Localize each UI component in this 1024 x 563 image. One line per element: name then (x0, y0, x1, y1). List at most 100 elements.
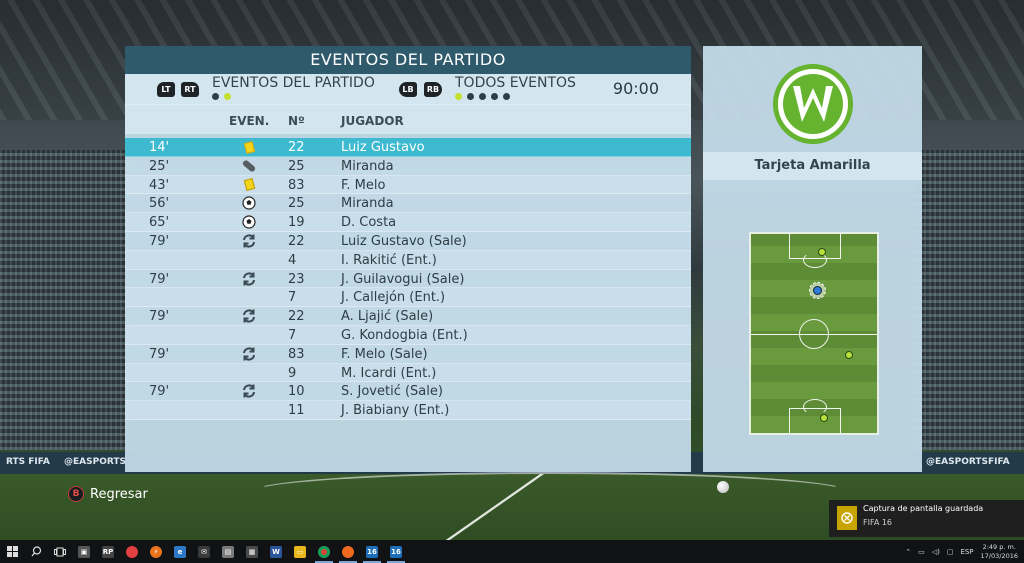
toast-title: Captura de pantalla guardada (863, 504, 984, 513)
event-player-number: 7 (288, 327, 297, 343)
event-player-name: M. Icardi (Ent.) (341, 365, 437, 381)
event-row[interactable]: 79' 22 A. Ljajić (Sale) (125, 307, 691, 326)
lb-button-icon[interactable]: LB (399, 82, 417, 97)
event-row[interactable]: 56' 25 Miranda (125, 194, 691, 214)
substitution-icon (239, 383, 259, 399)
mail-icon[interactable]: ✉ (192, 540, 216, 563)
team-filter-label[interactable]: EVENTOS DEL PARTIDO (212, 75, 375, 91)
center-circle (799, 319, 829, 349)
rb-button-icon[interactable]: RB (424, 82, 442, 97)
event-row[interactable]: 7 J. Callejón (Ent.) (125, 288, 691, 308)
taskbar-clock[interactable]: 2:49 p. m. 17/03/2016 (981, 543, 1018, 561)
pitch-arc (250, 472, 850, 512)
event-player-number: 23 (288, 271, 305, 287)
empty-icon-slot (239, 289, 259, 305)
event-row[interactable]: 43' 83 F. Melo (125, 175, 691, 195)
lt-button-icon[interactable]: LT (157, 82, 175, 97)
penalty-arc-bottom (803, 399, 827, 415)
event-row[interactable]: 11 J. Biabiany (Ent.) (125, 401, 691, 420)
b-button-icon: B (68, 486, 84, 502)
language-indicator[interactable]: ESP (960, 548, 973, 556)
screenshot-toast[interactable]: Captura de pantalla guardada FIFA 16 (829, 500, 1024, 537)
windows-start-icon[interactable] (0, 540, 24, 563)
orange-app-icon[interactable] (336, 540, 360, 563)
filter-row: LT RT EVENTOS DEL PARTIDO LB RB TODOS EV… (125, 74, 691, 104)
screenshot-icon (837, 506, 857, 530)
paint-icon[interactable] (120, 540, 144, 563)
event-minute: 79' (149, 271, 170, 287)
page-dot (212, 93, 219, 100)
event-player-name: A. Ljajić (Sale) (341, 309, 434, 325)
empty-icon-slot (239, 402, 259, 418)
crowd-left (0, 150, 130, 450)
fifa16-label-2: 16 (390, 545, 402, 558)
toast-subtitle: FIFA 16 (863, 518, 893, 527)
event-type-filter-label[interactable]: TODOS EVENTOS (455, 75, 576, 91)
event-row[interactable]: 65' 19 D. Costa (125, 213, 691, 232)
event-row[interactable]: 9 M. Icardi (Ent.) (125, 363, 691, 383)
file-explorer-icon[interactable]: ▭ (288, 540, 312, 563)
ad-left2-text: @EASPORTS (64, 457, 126, 467)
event-player-name: J. Guilavogui (Sale) (341, 271, 465, 287)
event-player-number: 25 (288, 196, 305, 212)
event-player-number: 4 (288, 252, 297, 268)
event-minute: 65' (149, 215, 170, 231)
calculator-icon[interactable]: ▦ (240, 540, 264, 563)
task-view-icon[interactable] (48, 540, 72, 563)
event-player-number: 25 (288, 158, 305, 174)
crest-w-icon (783, 74, 843, 134)
store-icon[interactable]: ▣ (72, 540, 96, 563)
team-filter-dots (212, 93, 231, 100)
page-dot (491, 93, 498, 100)
event-player-name: F. Melo (Sale) (341, 346, 428, 362)
notification-icon[interactable]: ▢ (947, 548, 954, 556)
event-row[interactable]: 4 I. Rakitić (Ent.) (125, 250, 691, 270)
event-minute: 56' (149, 196, 170, 212)
match-events-panel: EVENTOS DEL PARTIDO LT RT EVENTOS DEL PA… (125, 46, 691, 472)
wolfsburg-crest-icon (773, 64, 853, 144)
event-row[interactable]: 79' 10 S. Jovetić (Sale) (125, 382, 691, 402)
event-player-number: 19 (288, 215, 305, 231)
goal-ball-icon (239, 195, 259, 211)
event-type-label: Tarjeta Amarilla (703, 152, 922, 180)
event-row[interactable]: 25' 25 Miranda (125, 156, 691, 176)
page-dot-active (224, 93, 231, 100)
event-player-name: Luiz Gustavo (Sale) (341, 233, 467, 249)
back-button[interactable]: B Regresar (68, 486, 148, 502)
event-row[interactable]: 79' 23 J. Guilavogui (Sale) (125, 269, 691, 289)
lightning-app-icon[interactable]: ⚡ (144, 540, 168, 563)
event-player-name: J. Biabiany (Ent.) (341, 403, 450, 419)
windows-taskbar: ▣ RP ⚡ e ✉ ▤ ▦ W ▭ 16 16 ⌃ ▭ ◁) ▢ ESP 2:… (0, 540, 1024, 563)
rt-button-icon[interactable]: RT (181, 82, 199, 97)
match-clock: 90:00 (612, 79, 659, 98)
event-minute: 43' (149, 177, 170, 193)
fifa16-label: 16 (366, 545, 378, 558)
substitution-icon (239, 271, 259, 287)
event-player-name: F. Melo (341, 177, 386, 193)
event-row[interactable]: 7 G. Kondogbia (Ent.) (125, 325, 691, 345)
network-icon[interactable]: ▭ (918, 548, 925, 556)
rp-app-icon[interactable]: RP (96, 540, 120, 563)
event-player-number: 22 (288, 140, 305, 155)
substitution-icon (239, 308, 259, 324)
chrome-icon[interactable] (312, 540, 336, 563)
fifa16-app-icon[interactable]: 16 (360, 540, 384, 563)
chevron-up-icon[interactable]: ⌃ (905, 548, 911, 556)
event-row[interactable]: 14' 22 Luiz Gustavo (125, 138, 691, 157)
col-header-number: Nº (288, 114, 305, 128)
photos-icon[interactable]: ▤ (216, 540, 240, 563)
edge-icon[interactable]: e (168, 540, 192, 563)
event-detail-panel: Tarjeta Amarilla (703, 46, 922, 472)
event-player-name: J. Callejón (Ent.) (341, 290, 446, 306)
event-row[interactable]: 79' 22 Luiz Gustavo (Sale) (125, 231, 691, 251)
event-player-number: 11 (288, 403, 305, 419)
event-player-name: S. Jovetić (Sale) (341, 384, 443, 400)
fifa16-app-icon-2[interactable]: 16 (384, 540, 408, 563)
col-header-player: JUGADOR (341, 114, 404, 128)
page-dot (467, 93, 474, 100)
word-icon[interactable]: W (264, 540, 288, 563)
empty-icon-slot (239, 327, 259, 343)
search-icon[interactable] (24, 540, 48, 563)
volume-icon[interactable]: ◁) (932, 548, 940, 556)
event-row[interactable]: 79' 83 F. Melo (Sale) (125, 344, 691, 364)
